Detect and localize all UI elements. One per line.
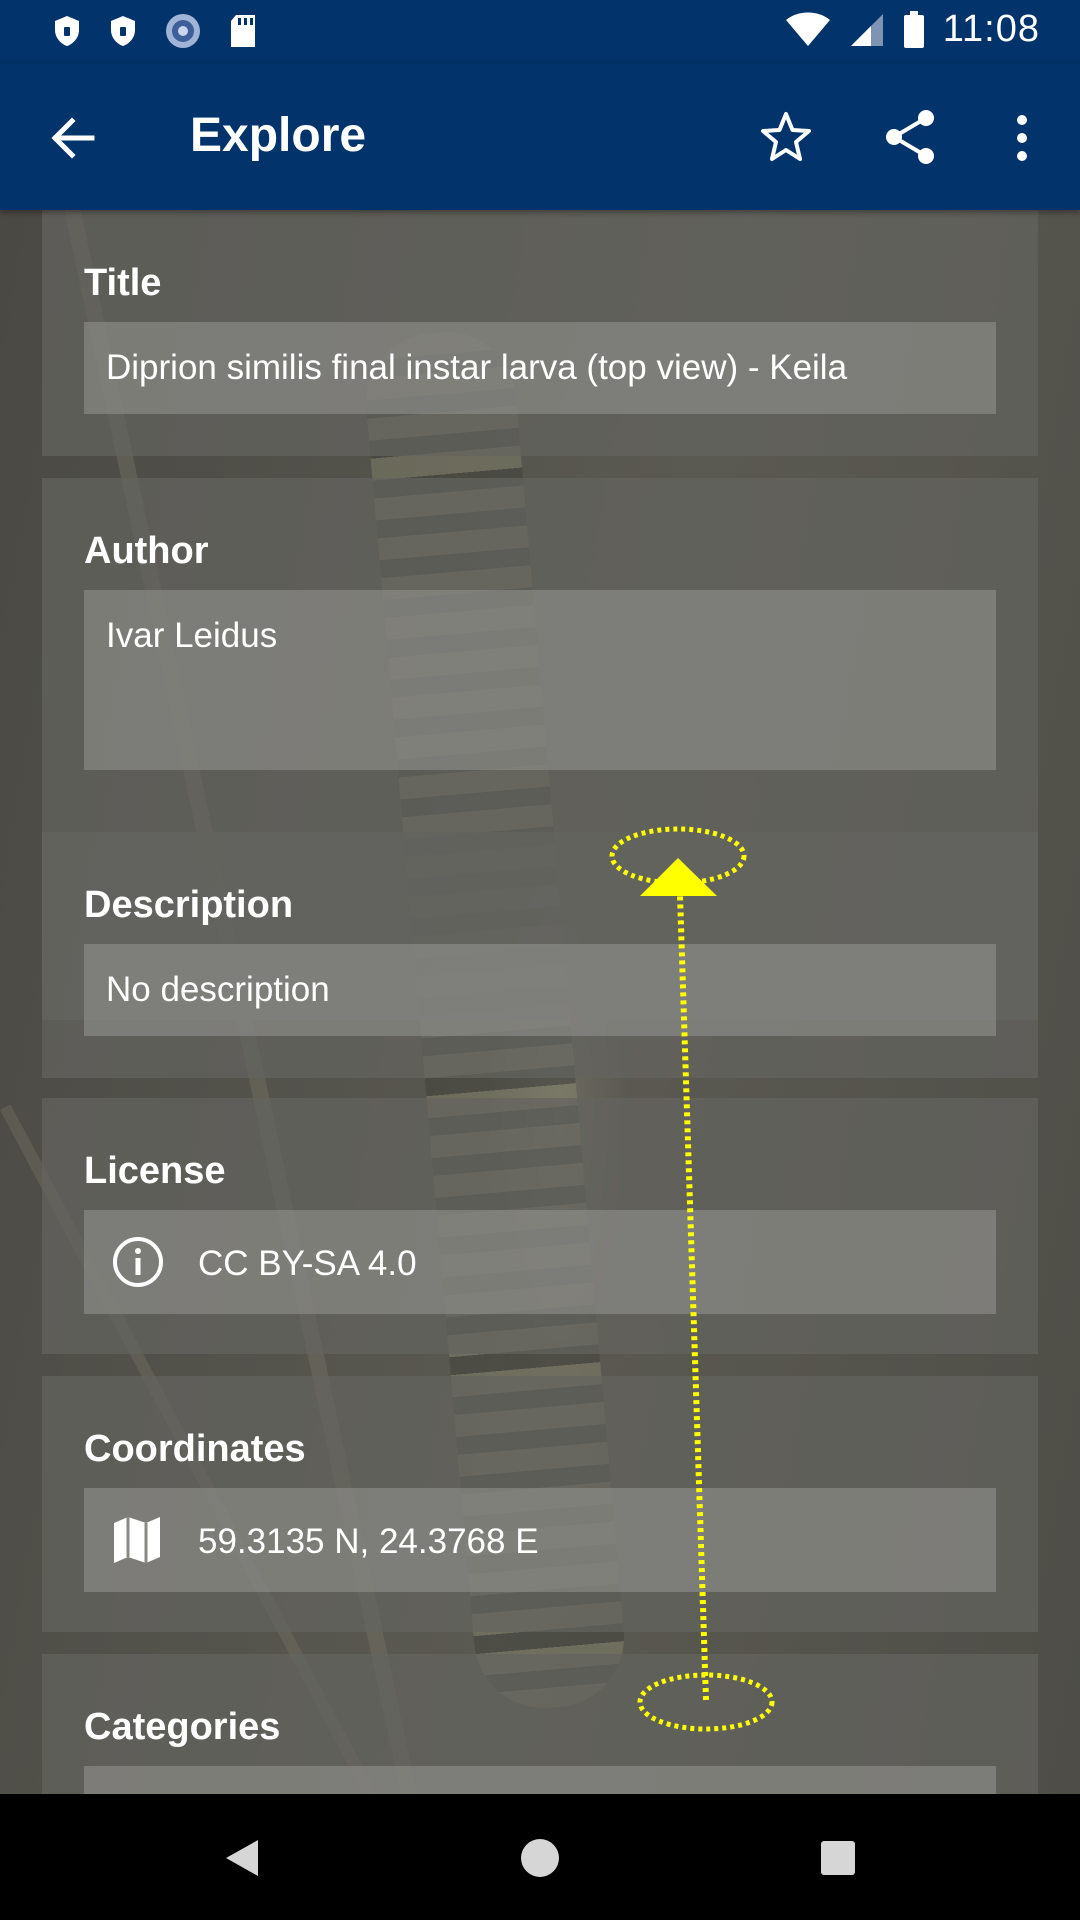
page-title: Explore — [190, 109, 367, 162]
title-field[interactable]: Diprion similis final instar larva (top … — [84, 322, 996, 414]
license-label: License — [84, 1150, 226, 1192]
coordinates-card: Coordinates 59.3135 N, 24.3768 E — [42, 1376, 1038, 1632]
coordinates-value: 59.3135 N, 24.3768 E — [198, 1522, 539, 1561]
wifi-icon — [785, 12, 830, 46]
license-value: CC BY-SA 4.0 — [198, 1244, 417, 1283]
title-value: Diprion similis final instar larva (top … — [106, 348, 848, 387]
back-triangle-icon[interactable] — [214, 1830, 270, 1886]
share-icon[interactable] — [880, 106, 942, 168]
description-field[interactable]: No description — [84, 944, 996, 1036]
description-card: Description No description — [42, 832, 1038, 1078]
license-field[interactable]: CC BY-SA 4.0 — [84, 1210, 996, 1314]
author-value: Ivar Leidus — [106, 616, 278, 655]
title-label: Title — [84, 262, 162, 304]
categories-card: Categories — [42, 1654, 1038, 1794]
author-field[interactable]: Ivar Leidus — [84, 590, 996, 770]
app-bar: Explore — [0, 64, 1080, 210]
status-bar: 11:08 — [0, 0, 1080, 64]
coordinates-field[interactable]: 59.3135 N, 24.3768 E — [84, 1488, 996, 1592]
shield-icon — [55, 16, 79, 46]
title-card: Title Diprion similis final instar larva… — [42, 210, 1038, 456]
more-vert-icon[interactable] — [1002, 108, 1042, 168]
arrow-back-icon[interactable] — [42, 108, 102, 168]
categories-field[interactable] — [84, 1766, 996, 1794]
system-icons: 11:08 — [785, 8, 1040, 51]
info-icon — [113, 1237, 163, 1287]
star-icon[interactable] — [756, 108, 816, 168]
recents-square-icon[interactable] — [810, 1830, 866, 1886]
categories-label: Categories — [84, 1706, 281, 1748]
description-value: No description — [106, 970, 330, 1009]
details-content[interactable]: Title Diprion similis final instar larva… — [0, 210, 1080, 1794]
app-circle-icon — [166, 14, 200, 48]
description-label: Description — [84, 884, 294, 926]
clock: 11:08 — [942, 8, 1040, 50]
home-circle-icon[interactable] — [512, 1830, 568, 1886]
author-label: Author — [84, 530, 209, 572]
system-nav-bar — [0, 1794, 1080, 1920]
battery-icon — [903, 10, 924, 48]
shield-icon — [111, 16, 135, 46]
coordinates-label: Coordinates — [84, 1428, 306, 1470]
map-icon — [114, 1517, 160, 1563]
sd-card-icon — [231, 15, 255, 47]
signal-icon — [850, 13, 883, 46]
license-card: License CC BY-SA 4.0 — [42, 1098, 1038, 1354]
notification-icons — [52, 12, 258, 50]
